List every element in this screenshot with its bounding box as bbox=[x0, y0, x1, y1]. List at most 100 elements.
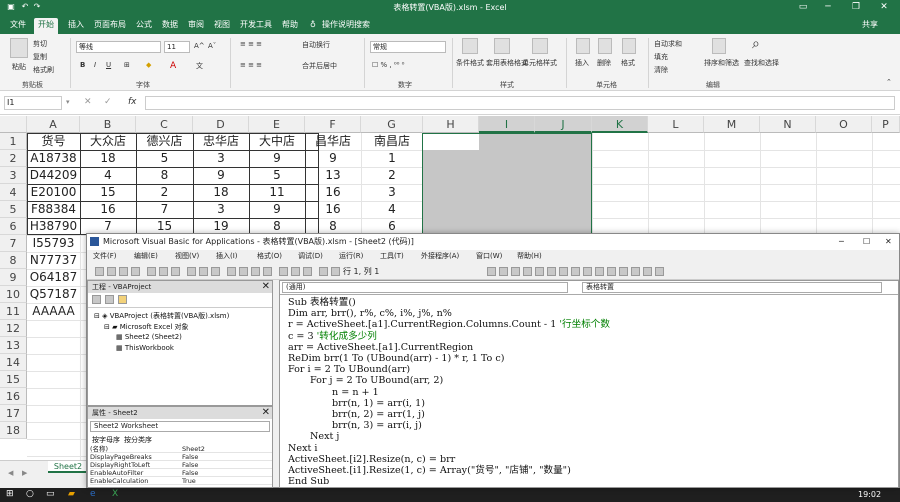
column-header-B[interactable]: B bbox=[80, 116, 136, 133]
windows-start-icon[interactable]: ⊞ bbox=[6, 489, 14, 499]
vbe-maximize-button[interactable]: ☐ bbox=[863, 234, 870, 250]
row-header-7[interactable]: 7 bbox=[0, 235, 27, 252]
column-header-G[interactable]: G bbox=[361, 116, 423, 133]
data-cell[interactable]: 15 bbox=[80, 184, 136, 201]
task-view-icon[interactable]: ▭ bbox=[46, 489, 55, 499]
data-cell[interactable]: 9 bbox=[193, 167, 249, 184]
column-header-D[interactable]: D bbox=[193, 116, 249, 133]
grow-font-icon[interactable]: A^ bbox=[194, 42, 205, 50]
cut-button[interactable]: 剪切 bbox=[33, 39, 47, 49]
data-cell[interactable]: 9 bbox=[305, 150, 361, 167]
vbe-toolbar-icon[interactable] bbox=[251, 267, 260, 276]
data-cell[interactable]: I55793 bbox=[27, 235, 80, 252]
property-row[interactable]: DisplayRightToLeft False bbox=[90, 461, 272, 469]
cell-styles-button[interactable]: 单元格样式 bbox=[522, 58, 557, 68]
close-project-pane-icon[interactable]: ✕ bbox=[262, 281, 270, 293]
data-cell[interactable]: 16 bbox=[305, 184, 361, 201]
vbe-menu-item[interactable]: 工具(T) bbox=[380, 251, 404, 261]
vbe-toolbar-icon[interactable] bbox=[279, 267, 288, 276]
vbe-menu-item[interactable]: 插入(I) bbox=[216, 251, 238, 261]
column-header-O[interactable]: O bbox=[816, 116, 872, 133]
code-line[interactable]: n = n + 1 bbox=[332, 387, 379, 398]
row-header-10[interactable]: 10 bbox=[0, 286, 27, 303]
tree-project[interactable]: ⊟ ◈ VBAProject (表格转置(VBA版).xlsm) bbox=[94, 311, 229, 321]
close-props-pane-icon[interactable]: ✕ bbox=[262, 407, 270, 419]
prev-sheet-icon[interactable]: ◀ bbox=[8, 469, 13, 477]
code-line[interactable]: brr(n, 2) = arr(1, j) bbox=[332, 409, 425, 420]
vbe-toolbar-icon[interactable] bbox=[523, 267, 532, 276]
row-header-6[interactable]: 6 bbox=[0, 218, 27, 235]
code-window[interactable]: (通用) 表格转置 Sub 表格转置() Dim arr, brr(), r%, … bbox=[279, 280, 899, 488]
vbe-minimize-button[interactable]: ─ bbox=[839, 234, 844, 250]
vbe-toolbar-icon[interactable] bbox=[239, 267, 248, 276]
header-cell[interactable]: 大众店 bbox=[80, 133, 136, 150]
borders-icon[interactable]: ⊞ bbox=[124, 61, 130, 69]
clear-button[interactable]: 清除 bbox=[654, 65, 668, 75]
code-line[interactable]: brr(n, 1) = arr(i, 1) bbox=[332, 398, 425, 409]
bold-icon[interactable]: B bbox=[80, 61, 85, 69]
column-header-J[interactable]: J bbox=[535, 116, 592, 133]
tab-data[interactable]: 数据 bbox=[158, 18, 182, 31]
tab-formulas[interactable]: 公式 bbox=[132, 18, 156, 31]
data-cell[interactable]: N77737 bbox=[27, 252, 80, 269]
vbe-menu-item[interactable]: 格式(O) bbox=[257, 251, 282, 261]
paste-icon[interactable] bbox=[10, 38, 28, 58]
vbe-toolbar-icon[interactable] bbox=[619, 267, 628, 276]
data-cell[interactable]: 2 bbox=[361, 167, 423, 184]
delete-cells-button[interactable]: 删除 bbox=[597, 58, 611, 68]
data-cell[interactable]: 5 bbox=[136, 150, 193, 167]
tab-file[interactable]: 文件 bbox=[6, 18, 30, 31]
row-header-4[interactable]: 4 bbox=[0, 184, 27, 201]
vbe-toolbar-icon[interactable] bbox=[319, 267, 328, 276]
ribbon-options-icon[interactable]: ▭ bbox=[793, 1, 813, 14]
vbe-toolbar-icon[interactable] bbox=[631, 267, 640, 276]
vbe-menu-item[interactable]: 编辑(E) bbox=[134, 251, 158, 261]
data-cell[interactable]: O64187 bbox=[27, 269, 80, 286]
row-header-8[interactable]: 8 bbox=[0, 252, 27, 269]
column-header-K[interactable]: K bbox=[592, 116, 648, 133]
data-cell[interactable]: 1 bbox=[361, 150, 423, 167]
vbe-menu-item[interactable]: 帮助(H) bbox=[517, 251, 542, 261]
autosum-button[interactable]: 自动求和 bbox=[654, 39, 682, 49]
vbe-toolbar-icon[interactable] bbox=[607, 267, 616, 276]
data-cell[interactable]: 18 bbox=[80, 150, 136, 167]
header-cell[interactable]: 货号 bbox=[27, 133, 80, 150]
props-object-select[interactable]: Sheet2 Worksheet bbox=[90, 421, 270, 432]
row-header-12[interactable]: 12 bbox=[0, 320, 27, 337]
insert-function-button[interactable]: fx bbox=[128, 97, 137, 107]
data-cell[interactable]: Q57187 bbox=[27, 286, 80, 303]
toggle-folders-icon[interactable] bbox=[118, 295, 127, 304]
vbe-toolbar-icon[interactable] bbox=[187, 267, 196, 276]
vbe-toolbar-icon[interactable] bbox=[583, 267, 592, 276]
vbe-toolbar-icon[interactable] bbox=[147, 267, 156, 276]
column-header-M[interactable]: M bbox=[704, 116, 760, 133]
tab-review[interactable]: 审阅 bbox=[184, 18, 208, 31]
file-explorer-icon[interactable]: ▰ bbox=[68, 489, 75, 499]
object-select[interactable]: (通用) bbox=[282, 282, 568, 293]
find-select-icon[interactable]: ⌕ bbox=[752, 36, 760, 52]
column-header-E[interactable]: E bbox=[249, 116, 305, 133]
code-line[interactable]: brr(n, 3) = arr(i, j) bbox=[332, 420, 422, 431]
minimize-button[interactable]: ─ bbox=[818, 1, 838, 14]
insert-cells-button[interactable]: 插入 bbox=[575, 58, 589, 68]
row-header-5[interactable]: 5 bbox=[0, 201, 27, 218]
vbe-toolbar-icon[interactable] bbox=[119, 267, 128, 276]
column-header-P[interactable]: P bbox=[872, 116, 900, 133]
align-left-icon[interactable]: ≡ ≡ ≡ bbox=[240, 61, 262, 69]
row-header-17[interactable]: 17 bbox=[0, 405, 27, 422]
copy-button[interactable]: 复制 bbox=[33, 52, 47, 62]
data-cell[interactable]: 18 bbox=[193, 184, 249, 201]
format-painter-button[interactable]: 格式刷 bbox=[33, 65, 54, 75]
tree-excel-objects[interactable]: ⊟ ▰ Microsoft Excel 对象 bbox=[104, 322, 189, 332]
data-cell[interactable]: 3 bbox=[193, 150, 249, 167]
data-cell[interactable]: 4 bbox=[361, 201, 423, 218]
data-cell[interactable]: 16 bbox=[305, 201, 361, 218]
row-header-3[interactable]: 3 bbox=[0, 167, 27, 184]
row-header-9[interactable]: 9 bbox=[0, 269, 27, 286]
shrink-font-icon[interactable]: Aˇ bbox=[208, 42, 216, 50]
code-line[interactable]: For i = 2 To UBound(arr) bbox=[288, 364, 410, 375]
underline-icon[interactable]: U bbox=[106, 61, 111, 69]
data-cell[interactable]: 2 bbox=[136, 184, 193, 201]
cell-styles-icon[interactable] bbox=[532, 38, 548, 54]
vbe-toolbar-icon[interactable] bbox=[211, 267, 220, 276]
